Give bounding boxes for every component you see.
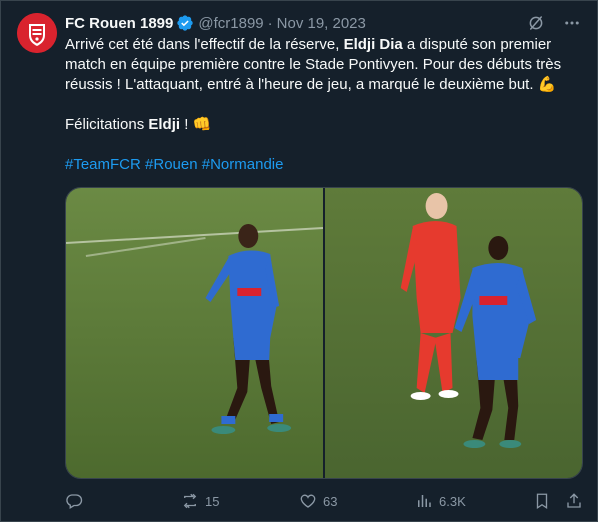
hashtag-normandie[interactable]: #Normandie	[202, 156, 284, 173]
tweet-text-segment: a disputé son premier	[402, 36, 552, 53]
hashtag-rouen[interactable]: #Rouen	[145, 156, 198, 173]
hashtag-teamfcr[interactable]: #TeamFCR	[65, 156, 141, 173]
fist-emoji: 👊	[192, 116, 212, 133]
tweet-header: FC Rouen 1899 @fcr1899 · Nov 19, 2023	[65, 13, 581, 33]
post-date[interactable]: Nov 19, 2023	[277, 15, 366, 32]
reply-icon	[66, 494, 83, 509]
like-button[interactable]: 63	[299, 491, 337, 511]
player-firstname-bold: Eldji	[148, 116, 181, 133]
tweet-line-2: match en équipe première contre le Stade…	[65, 56, 562, 73]
flexed-biceps-emoji: 💪	[537, 76, 557, 93]
views-button[interactable]: 6.3K	[415, 491, 466, 511]
more-options-icon[interactable]	[563, 14, 581, 32]
tweet-text-segment: Félicitations	[65, 116, 149, 133]
fc-rouen-crest-icon	[17, 13, 57, 53]
avatar[interactable]	[17, 13, 57, 53]
tweet-card[interactable]: FC Rouen 1899 @fcr1899 · Nov 19, 2023 Ar…	[0, 0, 598, 522]
player-photo-left-image	[66, 188, 323, 478]
media-grid	[65, 187, 583, 479]
retweet-button[interactable]: 15	[181, 491, 219, 511]
tweet-text: Arrivé cet été dans l'effectif de la rés…	[65, 35, 585, 175]
player-photo-right-image	[325, 188, 582, 478]
player-name-bold: Eldji Dia	[343, 36, 403, 53]
tweet-line-1: Arrivé cet été dans l'effectif de la rés…	[65, 35, 585, 55]
like-icon	[300, 494, 316, 508]
share-button[interactable]	[565, 491, 583, 511]
retweet-icon	[183, 493, 197, 509]
like-count: 63	[323, 493, 338, 509]
share-icon	[567, 493, 581, 508]
header-actions	[527, 13, 581, 33]
hashtag-line: #TeamFCR #Rouen #Normandie	[65, 155, 585, 175]
bookmark-icon	[536, 493, 548, 510]
retweet-count: 15	[205, 493, 220, 509]
author-name[interactable]: FC Rouen 1899	[65, 15, 173, 32]
separator: ·	[267, 14, 273, 32]
views-count: 6.3K	[439, 493, 466, 509]
grok-icon[interactable]	[527, 14, 545, 32]
bookmark-button[interactable]	[533, 491, 551, 511]
congrats-line: Félicitations Eldji ! 👊	[65, 115, 585, 135]
reply-button[interactable]	[65, 491, 89, 511]
tweet-text-segment: !	[180, 116, 189, 133]
tweet-text-segment: Arrivé cet été dans l'effectif de la rés…	[65, 36, 344, 53]
action-bar: 15 63 6.3K	[65, 491, 585, 511]
verified-badge-icon[interactable]	[176, 14, 194, 32]
player-photo-right[interactable]	[325, 188, 582, 478]
tweet-text-segment: réussis ! L'attaquant, entré à l'heure d…	[65, 76, 534, 93]
tweet-line-3: réussis ! L'attaquant, entré à l'heure d…	[65, 75, 585, 95]
views-icon	[418, 495, 431, 507]
author-handle[interactable]: @fcr1899	[198, 15, 263, 32]
player-photo-left[interactable]	[66, 188, 323, 478]
